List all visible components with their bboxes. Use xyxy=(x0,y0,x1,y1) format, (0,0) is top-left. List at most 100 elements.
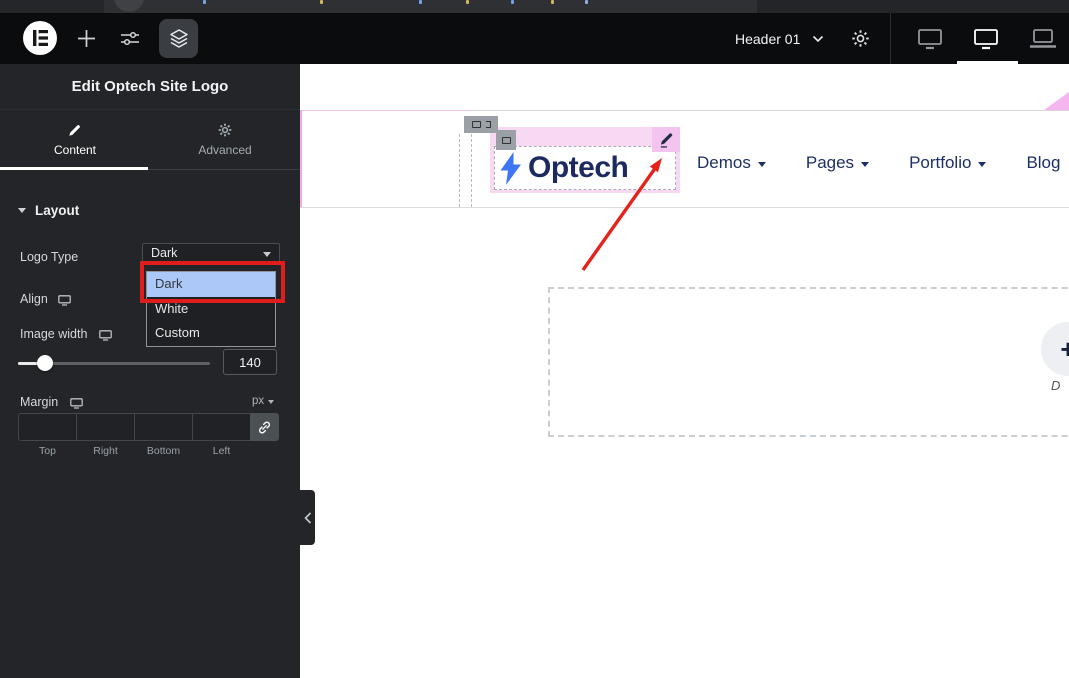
gear-icon xyxy=(852,30,869,47)
column-guide xyxy=(459,134,460,207)
container-handle[interactable] xyxy=(464,116,498,133)
monitor-icon xyxy=(974,29,998,50)
elementor-logo-button[interactable] xyxy=(23,21,57,55)
section-left-border xyxy=(300,110,302,207)
caret-down-icon xyxy=(978,162,987,167)
margin-side-label: Bottom xyxy=(146,445,181,457)
pencil-icon xyxy=(69,124,80,136)
select-caret-icon xyxy=(263,252,271,257)
monitor-icon xyxy=(70,398,83,409)
margin-unit-selector[interactable]: px xyxy=(252,395,275,407)
logo-type-select[interactable]: Dark xyxy=(142,243,280,264)
margin-right-input[interactable] xyxy=(76,413,135,441)
browser-avatar-partial xyxy=(114,0,144,12)
option-white[interactable]: White xyxy=(147,297,275,322)
sliders-icon xyxy=(121,31,139,46)
laptop-icon xyxy=(1030,29,1056,48)
editor-topbar: Header 01 xyxy=(0,13,1069,64)
panel-collapse-button[interactable] xyxy=(300,490,315,545)
margin-side-label: Right xyxy=(93,445,118,457)
inner-container-handle[interactable] xyxy=(496,130,516,150)
document-switcher[interactable]: Header 01 xyxy=(735,13,824,64)
nav-label: Demos xyxy=(697,153,751,172)
option-dark[interactable]: Dark xyxy=(147,272,275,297)
nav-label: Pages xyxy=(805,153,855,172)
caret-down-icon xyxy=(757,162,766,167)
tab-text-remnant xyxy=(511,0,514,4)
plus-icon xyxy=(78,30,95,47)
chevron-left-icon xyxy=(303,511,311,524)
widget-edit-button[interactable] xyxy=(652,127,680,152)
margin-left-input[interactable] xyxy=(192,413,251,441)
layout-section-title: Layout xyxy=(35,203,80,218)
nav-item-demos[interactable]: Demos xyxy=(697,153,766,173)
tab-content[interactable]: Content xyxy=(0,110,150,169)
monitor-icon xyxy=(99,330,112,341)
site-logo-widget[interactable]: Optech xyxy=(494,146,676,190)
caret-down-icon xyxy=(268,400,275,404)
responsive-desktop-button[interactable] xyxy=(917,28,943,55)
layers-icon xyxy=(169,29,188,48)
responsive-wide-button[interactable] xyxy=(973,28,999,55)
document-name: Header 01 xyxy=(735,30,801,47)
tab-text-remnant xyxy=(203,0,206,4)
nav-label: Portfolio xyxy=(909,153,972,172)
section-bottom-border xyxy=(300,207,1069,208)
empty-container-dropzone[interactable] xyxy=(548,287,1069,437)
option-custom[interactable]: Custom xyxy=(147,321,275,346)
active-tab-underline xyxy=(0,167,148,170)
margin-link-values-button[interactable] xyxy=(250,413,279,441)
pencil-icon xyxy=(660,133,672,148)
monitor-icon xyxy=(918,29,942,50)
link-icon xyxy=(259,421,270,433)
margin-bottom-input[interactable] xyxy=(134,413,193,441)
add-element-button[interactable] xyxy=(77,29,96,48)
preview-canvas: Optech Demos Pages Portfolio Blog + D xyxy=(300,64,1069,678)
align-label: Align xyxy=(20,292,48,306)
elementor-logo-icon xyxy=(32,30,48,46)
image-width-label: Image width xyxy=(20,327,88,341)
image-width-slider-handle[interactable] xyxy=(37,355,53,371)
panel-tabs: Content Advanced xyxy=(0,110,300,170)
structure-panel-button[interactable] xyxy=(159,19,198,58)
image-width-input[interactable] xyxy=(223,349,277,375)
section-top-border-pink xyxy=(300,110,470,111)
margin-unit-value: px xyxy=(252,395,265,407)
tab-content-label: Content xyxy=(53,142,97,157)
layout-section-toggle[interactable]: Layout xyxy=(18,203,79,218)
topbar-divider xyxy=(890,13,891,64)
nav-label: Blog xyxy=(1026,153,1061,172)
tab-advanced[interactable]: Advanced xyxy=(150,110,300,169)
panel-title: Edit Optech Site Logo xyxy=(0,64,300,110)
margin-side-label: Left xyxy=(212,445,231,457)
logo-type-dropdown: Dark White Custom xyxy=(146,271,276,347)
chevron-down-icon xyxy=(813,35,824,42)
nav-item-portfolio[interactable]: Portfolio xyxy=(909,153,987,173)
site-settings-button[interactable] xyxy=(120,29,140,49)
margin-top-input[interactable] xyxy=(18,413,77,441)
nav-item-pages[interactable]: Pages xyxy=(805,153,870,173)
document-settings-button[interactable] xyxy=(851,29,870,53)
bracket-icon xyxy=(485,121,491,128)
logo-type-selected-value: Dark xyxy=(151,246,178,260)
margin-responsive-toggle[interactable] xyxy=(70,396,83,414)
drag-widget-hint: D xyxy=(1051,378,1061,393)
image-width-responsive-toggle[interactable] xyxy=(99,328,112,346)
browser-strip xyxy=(0,0,1069,13)
tab-text-remnant xyxy=(585,0,588,4)
tab-text-remnant xyxy=(551,0,554,4)
container-icon xyxy=(501,136,511,144)
logo-type-label: Logo Type xyxy=(20,250,79,264)
browser-strip-left xyxy=(0,0,104,13)
container-icon xyxy=(471,121,481,128)
tab-text-remnant xyxy=(466,0,469,4)
section-handle-corner xyxy=(1044,92,1069,110)
nav-item-blog[interactable]: Blog xyxy=(1026,153,1060,173)
responsive-laptop-button[interactable] xyxy=(1029,28,1057,55)
margin-label: Margin xyxy=(20,395,59,409)
tab-text-remnant xyxy=(320,0,323,4)
align-responsive-toggle[interactable] xyxy=(58,293,71,311)
caret-down-icon xyxy=(18,208,26,213)
gear-icon xyxy=(218,123,232,136)
widget-edit-panel: Edit Optech Site Logo Content Advanced L… xyxy=(0,64,300,678)
